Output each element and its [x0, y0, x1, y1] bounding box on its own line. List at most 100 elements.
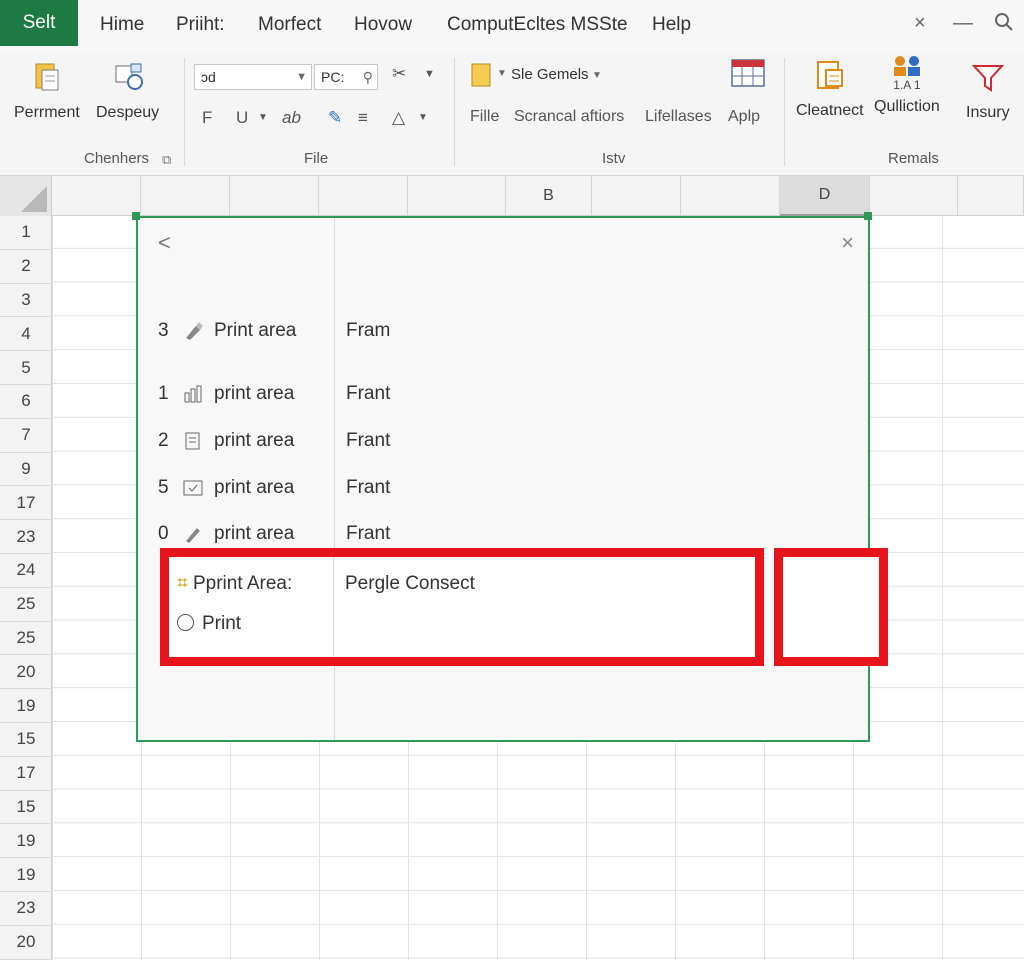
row-header-cell[interactable]: 5 [0, 351, 52, 385]
radio-icon[interactable] [177, 614, 194, 631]
row-name: print area [214, 430, 295, 451]
chevron-down-icon[interactable]: ▼ [592, 70, 602, 81]
row-header-cell[interactable]: 2 [0, 250, 52, 284]
grid-icon: ⌗ [177, 573, 188, 594]
chevron-down-icon: ▼ [296, 71, 307, 83]
row-value: Fram [346, 320, 391, 341]
row-number: 1 [158, 383, 169, 404]
scrancal-item[interactable]: Scrancal aftiors [514, 108, 624, 126]
tools-icon[interactable]: ✂ [392, 64, 406, 84]
chevron-down-icon[interactable]: ▼ [258, 112, 268, 123]
close-icon[interactable]: × [841, 230, 854, 256]
column-header[interactable] [958, 176, 1024, 216]
brush-icon [186, 322, 203, 340]
close-icon[interactable]: × [914, 12, 926, 35]
row-header-cell[interactable]: 4 [0, 317, 52, 352]
chevron-down-icon[interactable]: ▼ [418, 112, 428, 123]
resize-handle[interactable] [864, 212, 872, 220]
row-header-cell[interactable]: 1 [0, 216, 52, 250]
row-name: print area [214, 383, 295, 404]
style-combo[interactable]: Sle Gemels [511, 66, 589, 83]
fille-item[interactable]: Fille [470, 108, 499, 126]
dialog-row[interactable]: 2 print area Frant [138, 428, 858, 458]
row-header-cell[interactable]: 17 [0, 486, 52, 521]
column-header[interactable] [319, 176, 408, 216]
dialog-row[interactable]: 1 print area Frant [138, 381, 858, 411]
group-separator [184, 58, 185, 166]
row-header-cell[interactable]: 20 [0, 655, 52, 690]
qulliction-sub: 1.A 1 [893, 78, 921, 92]
cleatnect-button[interactable]: Cleatnect [796, 58, 864, 120]
aplp-item[interactable]: Aplp [728, 108, 760, 126]
print-area-highlight[interactable]: ⌗ Pprint Area: Print Pergle Consect [160, 548, 764, 666]
column-header[interactable] [52, 176, 141, 216]
insury-button[interactable]: Insury [966, 60, 1010, 122]
resize-handle[interactable] [132, 212, 140, 220]
dialog-row[interactable]: 5 print area Frant [138, 475, 858, 505]
row-name: print area [214, 523, 295, 544]
chevron-down-icon[interactable]: ▼ [497, 68, 507, 79]
row-header-cell[interactable]: 3 [0, 284, 52, 318]
row-header-cell[interactable]: 9 [0, 453, 52, 487]
styles-icon[interactable] [470, 62, 494, 88]
column-header[interactable] [141, 176, 230, 216]
despeuy-button[interactable]: Despeuy [96, 60, 159, 122]
fill-icon[interactable]: △ [392, 108, 405, 128]
lifellases-item[interactable]: Lifellases [645, 108, 712, 126]
pen-icon[interactable]: ✎ [328, 108, 342, 128]
size-combo[interactable]: PC: ⚲ [314, 64, 378, 90]
column-header[interactable] [681, 176, 780, 216]
menu-item-computers[interactable]: ComputEcltes MSSte [447, 14, 628, 36]
menu-item-home[interactable]: Hime [100, 14, 144, 36]
row-header-cell[interactable]: 19 [0, 689, 52, 723]
print-radio-option[interactable]: Print [177, 613, 241, 635]
group-label-chenhers: Chenhers [84, 150, 150, 167]
select-all-corner[interactable] [0, 176, 52, 216]
row-header-cell[interactable]: 7 [0, 419, 52, 453]
column-header[interactable] [592, 176, 681, 216]
menu-item-morfect[interactable]: Morfect [258, 14, 321, 36]
minimize-icon[interactable]: — [953, 12, 973, 35]
bold-icon[interactable]: F [202, 108, 212, 128]
row-header-cell[interactable]: 15 [0, 723, 52, 757]
column-header[interactable] [408, 176, 506, 216]
chevron-down-icon[interactable]: ▼ [424, 68, 435, 80]
row-header-cell[interactable]: 19 [0, 824, 52, 859]
row-header-cell[interactable]: 17 [0, 757, 52, 791]
row-header-cell[interactable]: 15 [0, 791, 52, 825]
menu-item-help[interactable]: Help [652, 14, 691, 36]
qulliction-button[interactable]: 1.A 1 Qulliction [874, 54, 940, 116]
font-combo[interactable]: ɔd ▼ [194, 64, 312, 90]
column-header[interactable] [870, 176, 958, 216]
size-combo-value: PC: [321, 69, 345, 85]
row-header-cell[interactable]: 25 [0, 588, 52, 622]
row-header-cell[interactable]: 23 [0, 520, 52, 554]
perrment-button[interactable]: Perrment [14, 60, 80, 122]
back-icon[interactable]: < [158, 230, 171, 256]
row-header-cell[interactable]: 20 [0, 926, 52, 960]
align-icon[interactable]: ≡ [358, 108, 368, 128]
column-header[interactable] [230, 176, 319, 216]
strikethrough-icon[interactable]: ab [282, 108, 301, 128]
search-icon[interactable] [994, 12, 1014, 38]
table-icon[interactable] [730, 58, 766, 90]
launcher-icon[interactable]: ⧉ [162, 152, 171, 168]
row-header-cell[interactable]: 25 [0, 622, 52, 656]
row-header-cell[interactable]: 23 [0, 892, 52, 926]
underline-icon[interactable]: U [236, 108, 248, 128]
row-number: 0 [158, 523, 169, 544]
row-number: 2 [158, 430, 169, 451]
dialog-row[interactable]: 0 print area Frant [138, 521, 858, 551]
dialog-row[interactable]: 3 Print area Fram [138, 318, 858, 348]
row-value: Frant [346, 477, 391, 498]
column-header-d[interactable]: D [780, 176, 870, 216]
group-label-istv: Istv [602, 150, 626, 167]
row-header-cell[interactable]: 24 [0, 554, 52, 588]
column-header-b[interactable]: B [506, 176, 592, 216]
menu-item-print[interactable]: Priiht: [176, 14, 225, 36]
menu-item-hovow[interactable]: Hovow [354, 14, 412, 36]
highlight-box-right[interactable] [774, 548, 888, 666]
row-header-cell[interactable]: 6 [0, 385, 52, 419]
row-header-cell[interactable]: 19 [0, 858, 52, 892]
menu-tab-active[interactable]: Selt [0, 0, 78, 46]
